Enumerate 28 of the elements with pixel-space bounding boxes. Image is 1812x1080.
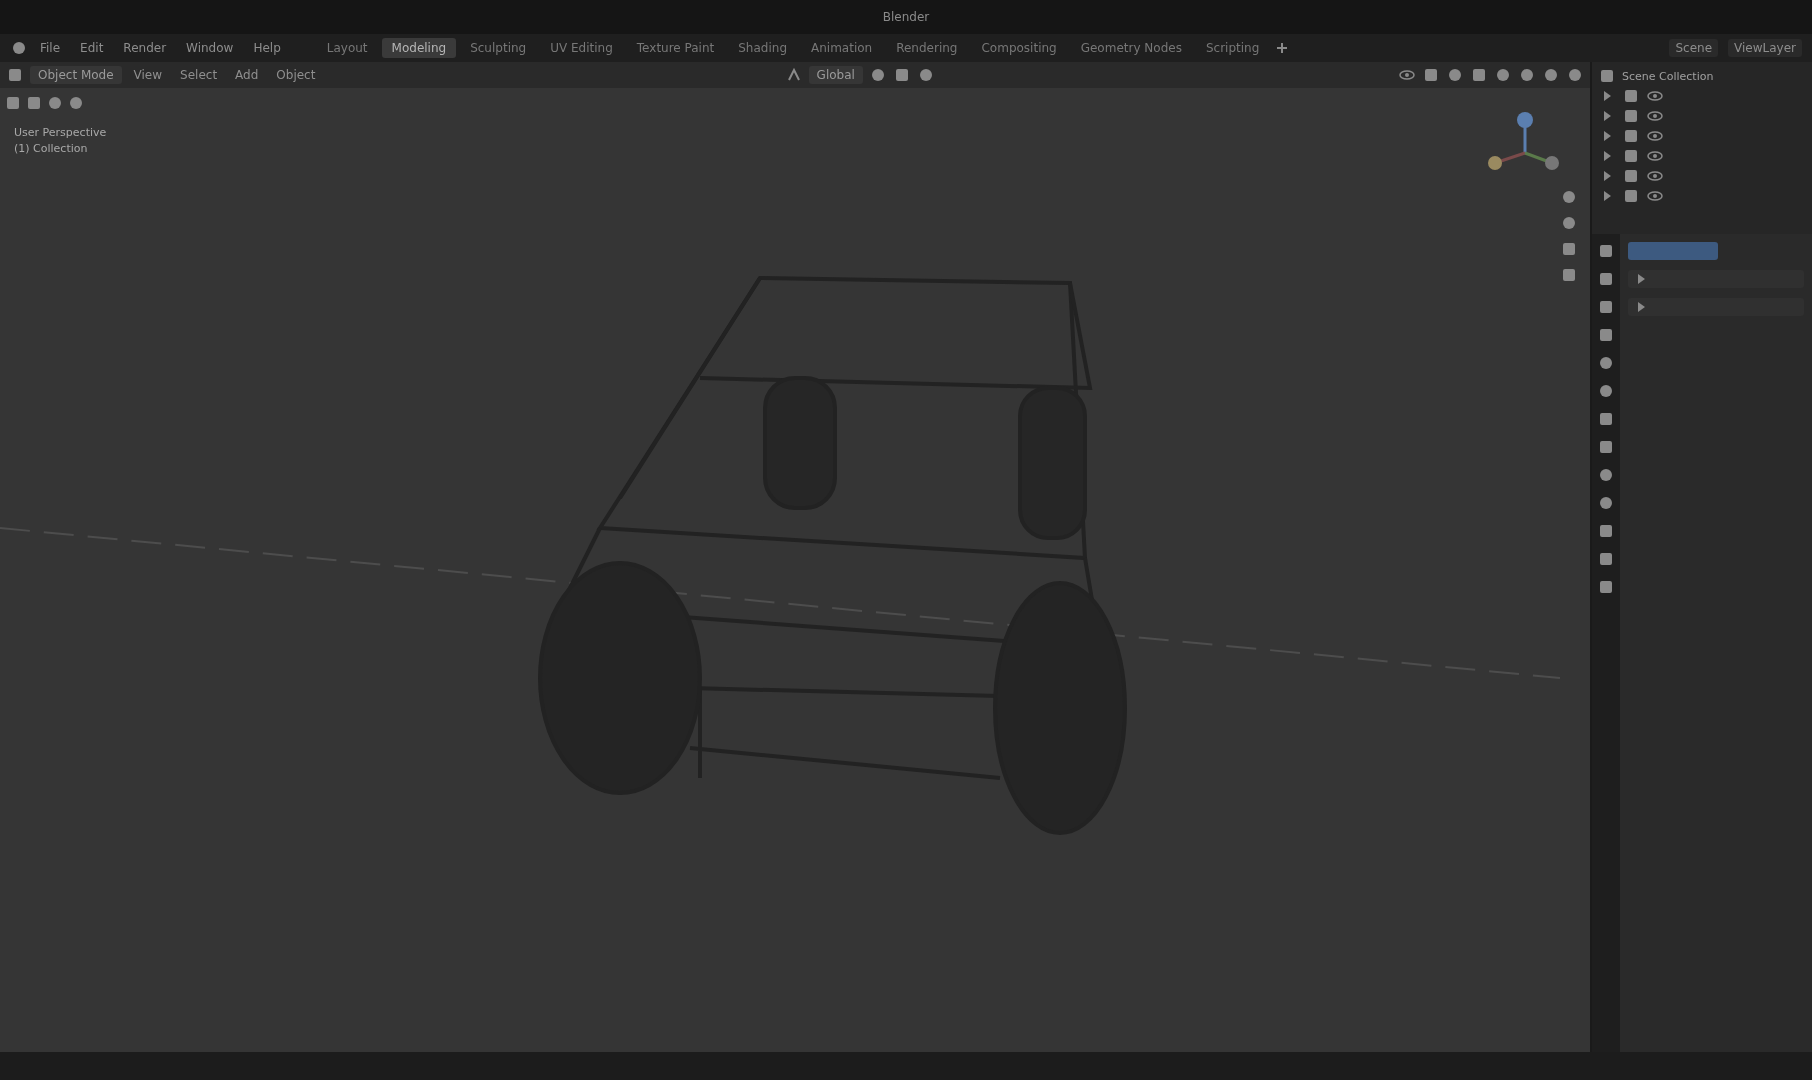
header-menu[interactable]: View	[127, 66, 169, 84]
menu-item[interactable]: Edit	[72, 38, 112, 58]
workspace-tab[interactable]: Texture Paint	[626, 38, 725, 58]
workspace-tab[interactable]: UV Editing	[540, 38, 623, 58]
header-menu[interactable]: Object	[270, 66, 322, 84]
menu-item[interactable]: Help	[245, 38, 289, 58]
workspace-tab[interactable]: Scripting	[1195, 38, 1270, 58]
orientation-dropdown[interactable]: Global	[808, 66, 863, 84]
workspace-tab[interactable]: Compositing	[971, 38, 1067, 58]
menu-item[interactable]: Window	[178, 38, 242, 58]
view-layer-selector[interactable]: ViewLayer	[1728, 39, 1802, 57]
workspace-tab[interactable]: Modeling	[381, 38, 457, 58]
outliner-root[interactable]: Scene Collection	[1622, 69, 1714, 83]
workspace-tab[interactable]: Layout	[316, 38, 378, 58]
workspace-tab[interactable]: Geometry Nodes	[1070, 38, 1192, 58]
collection-label: (1) Collection	[14, 142, 89, 155]
window-title: Blender	[882, 10, 930, 24]
workspace-tab[interactable]: Sculpting	[460, 38, 537, 58]
header-menu[interactable]: Select	[174, 66, 224, 84]
mode-dropdown[interactable]: Object Mode	[30, 66, 122, 84]
menu-item[interactable]: Render	[115, 38, 175, 58]
view-name: User Perspective	[14, 126, 107, 139]
menu-item[interactable]: File	[32, 38, 69, 58]
workspace-tab[interactable]: Animation	[801, 38, 883, 58]
workspace-tab[interactable]: Rendering	[886, 38, 968, 58]
header-menu[interactable]: Add	[229, 66, 265, 84]
workspace-tab[interactable]: Shading	[728, 38, 797, 58]
scene-selector[interactable]: Scene	[1669, 39, 1719, 57]
